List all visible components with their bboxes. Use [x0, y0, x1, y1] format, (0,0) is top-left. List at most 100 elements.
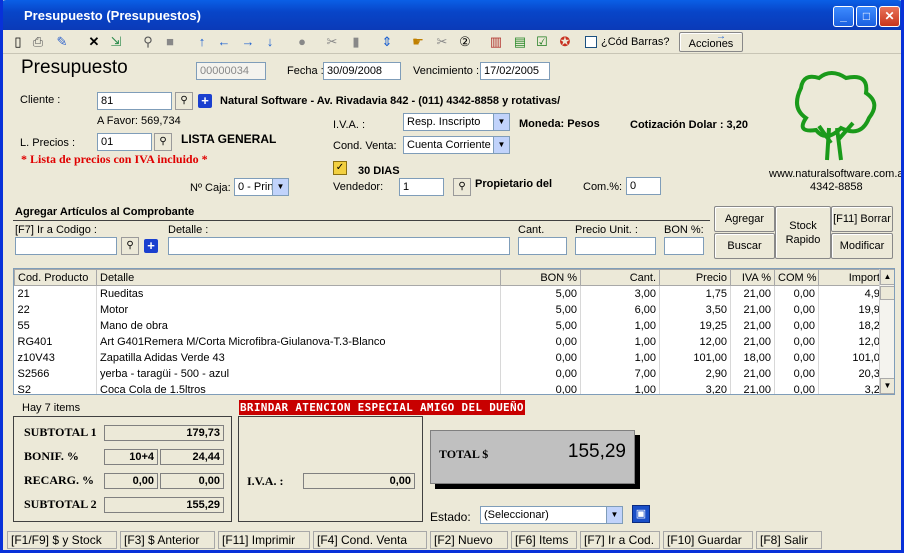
- fecha-field[interactable]: 30/09/2008: [323, 62, 401, 80]
- status-shortcut[interactable]: [F7] Ir a Cod.: [580, 531, 660, 549]
- sort-icon[interactable]: ⇕: [378, 33, 396, 51]
- stock-rapido-button[interactable]: Stock Rapido: [775, 206, 831, 259]
- export-icon[interactable]: ⇲: [107, 33, 125, 51]
- cliente-code-field[interactable]: 81: [97, 92, 172, 110]
- arrow-right-icon[interactable]: →: [239, 33, 257, 51]
- clear-icon[interactable]: ✎: [53, 33, 71, 51]
- detalle-field[interactable]: [168, 237, 510, 255]
- col-header[interactable]: IVA %: [730, 269, 775, 286]
- cut-icon[interactable]: ✂: [323, 33, 341, 51]
- caja-select[interactable]: 0 - Prin ▼: [234, 178, 289, 196]
- hand-icon[interactable]: ☛: [409, 33, 427, 51]
- detalle-label: Detalle :: [168, 224, 209, 236]
- bon-field[interactable]: [664, 237, 704, 255]
- acciones-button[interactable]: → Acciones: [679, 31, 743, 52]
- table-row[interactable]: 55 Mano de obra 5,00 1,00 19,25 21,00 0,00 18,2…: [14, 317, 890, 334]
- tools-icon[interactable]: ✂: [433, 33, 451, 51]
- book-icon[interactable]: ▥: [487, 33, 505, 51]
- table-cell: 19,25: [659, 317, 731, 334]
- cliente-name: Natural Software - Av. Rivadavia 842 - (…: [220, 95, 561, 107]
- status-shortcut[interactable]: [F6] Items: [511, 531, 577, 549]
- check-icon[interactable]: ☑: [533, 33, 551, 51]
- table-cell: Zapatilla Adidas Verde 43: [96, 349, 501, 366]
- iva-select[interactable]: Resp. Inscripto ▼: [403, 113, 510, 131]
- table-cell: 1,00: [580, 317, 660, 334]
- alert-banner: BRINDAR ATENCION ESPECIAL AMIGO DEL DUEÑ…: [239, 400, 525, 415]
- cond-venta-select[interactable]: Cuenta Corriente ▼: [403, 136, 510, 154]
- arrow-left-icon[interactable]: ←: [215, 33, 233, 51]
- cond-venta-label: Cond. Venta:: [333, 140, 397, 152]
- status-shortcut[interactable]: [F8] Salir: [756, 531, 822, 549]
- paste-icon[interactable]: ▮: [347, 33, 365, 51]
- codbarras-checkbox[interactable]: [585, 36, 597, 48]
- codigo-add-icon[interactable]: +: [144, 239, 158, 253]
- calendar-icon[interactable]: ✓: [333, 161, 347, 175]
- estado-select[interactable]: (Seleccionar) ▼: [480, 506, 623, 524]
- delete-icon[interactable]: ✕: [85, 33, 103, 51]
- new-icon[interactable]: ▯: [9, 33, 27, 51]
- lifebuoy-icon[interactable]: ✪: [556, 33, 574, 51]
- col-header[interactable]: Cod. Producto: [14, 269, 97, 286]
- cant-field[interactable]: [518, 237, 567, 255]
- logo-site: www.naturalsoftware.com.ar: [769, 168, 904, 180]
- status-shortcut[interactable]: [F11] Imprimir: [218, 531, 310, 549]
- agregar-button[interactable]: Agregar: [714, 206, 775, 232]
- table-row[interactable]: S2566 yerba - taragüi - 500 - azul 0,00 7,0…: [14, 365, 890, 382]
- search-icon[interactable]: ⚲: [139, 33, 157, 51]
- status-shortcut[interactable]: [F2] Nuevo: [430, 531, 508, 549]
- vendedor-name: Propietario del: [475, 178, 553, 190]
- maximize-button[interactable]: □: [856, 6, 877, 27]
- help-icon[interactable]: ②: [456, 33, 474, 51]
- grid-scrollbar[interactable]: ▲ ▼: [879, 269, 894, 394]
- status-shortcut[interactable]: [F3] $ Anterior: [120, 531, 215, 549]
- table-cell: 55: [14, 317, 97, 334]
- stack-icon[interactable]: ▤: [511, 33, 529, 51]
- col-header[interactable]: Cant.: [580, 269, 660, 286]
- codigo-search-icon[interactable]: ⚲: [121, 237, 139, 255]
- table-cell: Motor: [96, 301, 501, 318]
- col-header[interactable]: COM %: [774, 269, 819, 286]
- borrar-button[interactable]: [F11] Borrar: [831, 206, 893, 232]
- codigo-field[interactable]: [15, 237, 117, 255]
- precios-search-icon[interactable]: ⚲: [154, 133, 172, 151]
- status-shortcut[interactable]: [F4] Cond. Venta: [313, 531, 427, 549]
- vendedor-search-icon[interactable]: ⚲: [453, 178, 471, 196]
- total-value: 155,29: [567, 441, 626, 462]
- save-icon[interactable]: ▣: [632, 505, 650, 523]
- table-row[interactable]: RG401 Art G401Remera M/Corta Microfibra-G…: [14, 333, 890, 350]
- cliente-add-icon[interactable]: +: [198, 94, 212, 108]
- close-button[interactable]: ✕: [879, 6, 900, 27]
- comision-field[interactable]: 0: [626, 177, 661, 195]
- table-cell: 21: [14, 285, 97, 302]
- iva-panel: I.V.A. : 0,00: [238, 416, 423, 522]
- precios-code-field[interactable]: 01: [97, 133, 152, 151]
- bonif-pct[interactable]: 10+4: [104, 449, 158, 465]
- page-title: Presupuesto: [21, 57, 128, 78]
- table-cell: 101,00: [659, 349, 731, 366]
- recarg-pct[interactable]: 0,00: [104, 473, 158, 489]
- status-shortcut[interactable]: [F1/F9] $ y Stock: [7, 531, 117, 549]
- minimize-button[interactable]: _: [833, 6, 854, 27]
- vencimiento-field[interactable]: 17/02/2005: [480, 62, 550, 80]
- table-cell: 0,00: [774, 381, 819, 394]
- col-header[interactable]: Precio: [659, 269, 731, 286]
- modificar-button[interactable]: Modificar: [831, 233, 893, 259]
- col-header[interactable]: BON %: [500, 269, 581, 286]
- cliente-search-icon[interactable]: ⚲: [175, 92, 193, 110]
- status-shortcut[interactable]: [F10] Guardar: [663, 531, 753, 549]
- table-row[interactable]: 21 Rueditas 5,00 3,00 1,75 21,00 0,00 4,99: [14, 285, 890, 302]
- table-cell: 21,00: [730, 301, 775, 318]
- table-row[interactable]: S2 Coca Cola de 1.5ltros 0,00 1,00 3,20 21,00…: [14, 381, 890, 394]
- buscar-button[interactable]: Buscar: [714, 233, 775, 259]
- arrow-up-icon[interactable]: ↑: [193, 33, 211, 51]
- arrow-down-icon[interactable]: ↓: [261, 33, 279, 51]
- stop-icon[interactable]: ■: [161, 33, 179, 51]
- col-header[interactable]: Detalle: [96, 269, 501, 286]
- print-icon[interactable]: ⎙: [29, 33, 47, 51]
- table-row[interactable]: z10V43 Zapatilla Adidas Verde 43 0,00 1,00 1…: [14, 349, 890, 366]
- moneda-label: Moneda: Pesos: [519, 118, 600, 130]
- precio-field[interactable]: [575, 237, 656, 255]
- vendedor-code-field[interactable]: 1: [399, 178, 444, 196]
- table-row[interactable]: 22 Motor 5,00 6,00 3,50 21,00 0,00 19,95: [14, 301, 890, 318]
- record-icon[interactable]: ●: [293, 33, 311, 51]
